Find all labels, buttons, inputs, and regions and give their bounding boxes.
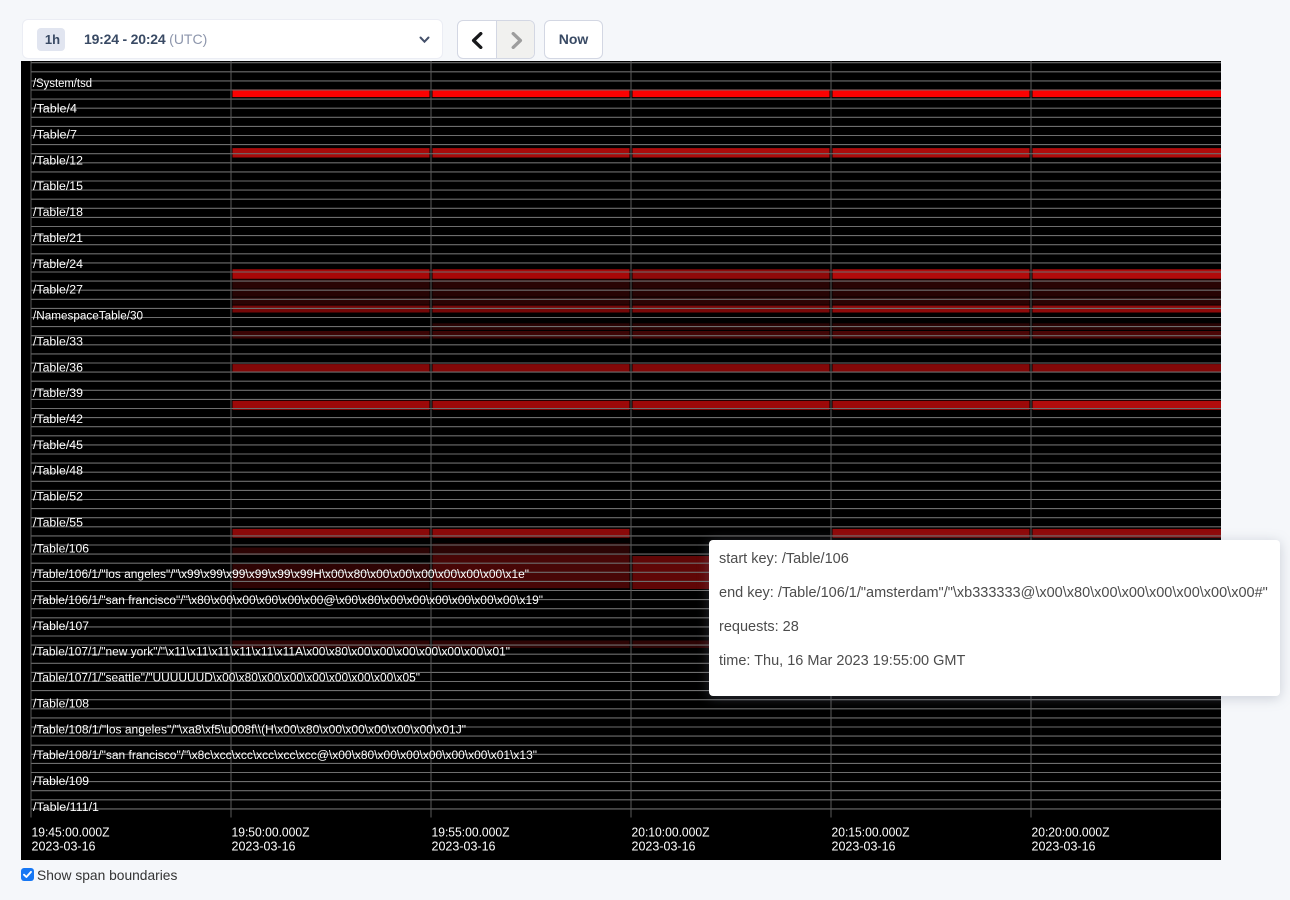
svg-text:2023-03-16: 2023-03-16 [832, 838, 896, 853]
svg-text:/Table/108/1/"san francisco"/": /Table/108/1/"san francisco"/"\x8c\xcc\x… [33, 750, 537, 762]
svg-text:/Table/108/1/"los angeles"/"\x: /Table/108/1/"los angeles"/"\xa8\xf5\u00… [33, 724, 466, 736]
svg-text:19:50:00.000Z: 19:50:00.000Z [232, 824, 310, 839]
svg-text:/Table/39: /Table/39 [33, 388, 83, 400]
svg-text:/Table/12: /Table/12 [33, 155, 83, 167]
svg-text:/NamespaceTable/30: /NamespaceTable/30 [33, 310, 143, 322]
svg-text:/Table/55: /Table/55 [33, 517, 83, 529]
svg-text:/Table/107/1/"new york"/"\x11\: /Table/107/1/"new york"/"\x11\x11\x11\x1… [33, 646, 510, 658]
svg-text:20:15:00.000Z: 20:15:00.000Z [832, 824, 910, 839]
svg-text:/Table/18: /Table/18 [33, 207, 83, 219]
svg-text:/Table/106/1/"san francisco"/": /Table/106/1/"san francisco"/"\x80\x00\x… [33, 595, 543, 607]
svg-text:/Table/33: /Table/33 [33, 336, 83, 348]
svg-text:/Table/108: /Table/108 [33, 698, 89, 710]
svg-text:/Table/107: /Table/107 [33, 620, 89, 632]
svg-text:/Table/21: /Table/21 [33, 233, 83, 245]
svg-text:/Table/52: /Table/52 [33, 491, 83, 503]
svg-text:20:10:00.000Z: 20:10:00.000Z [632, 824, 710, 839]
svg-text:/Table/4: /Table/4 [33, 103, 78, 115]
svg-text:/Table/45: /Table/45 [33, 439, 83, 451]
svg-text:/Table/42: /Table/42 [33, 414, 83, 426]
svg-text:/System/tsd: /System/tsd [33, 77, 92, 89]
svg-text:2023-03-16: 2023-03-16 [32, 838, 96, 853]
svg-text:2023-03-16: 2023-03-16 [432, 838, 496, 853]
svg-text:/Table/111/1: /Table/111/1 [33, 801, 99, 813]
svg-text:20:20:00.000Z: 20:20:00.000Z [1032, 824, 1110, 839]
svg-text:19:55:00.000Z: 19:55:00.000Z [432, 824, 510, 839]
svg-text:/Table/15: /Table/15 [33, 181, 83, 193]
svg-text:2023-03-16: 2023-03-16 [1032, 838, 1096, 853]
svg-text:/Table/106/1/"los angeles"/"\x: /Table/106/1/"los angeles"/"\x99\x99\x99… [33, 569, 529, 581]
svg-text:/Table/7: /Table/7 [33, 129, 77, 141]
svg-text:/Table/36: /Table/36 [33, 362, 83, 374]
svg-text:19:45:00.000Z: 19:45:00.000Z [32, 824, 110, 839]
svg-text:/Table/106: /Table/106 [33, 543, 89, 555]
svg-text:/Table/107/1/"seattle"/"UUUUUU: /Table/107/1/"seattle"/"UUUUUUD\x00\x80\… [33, 672, 420, 684]
svg-text:2023-03-16: 2023-03-16 [632, 838, 696, 853]
svg-text:/Table/109: /Table/109 [33, 776, 89, 788]
svg-text:/Table/24: /Table/24 [33, 258, 84, 270]
svg-text:/Table/27: /Table/27 [33, 284, 83, 296]
svg-text:2023-03-16: 2023-03-16 [232, 838, 296, 853]
svg-text:/Table/48: /Table/48 [33, 465, 83, 477]
